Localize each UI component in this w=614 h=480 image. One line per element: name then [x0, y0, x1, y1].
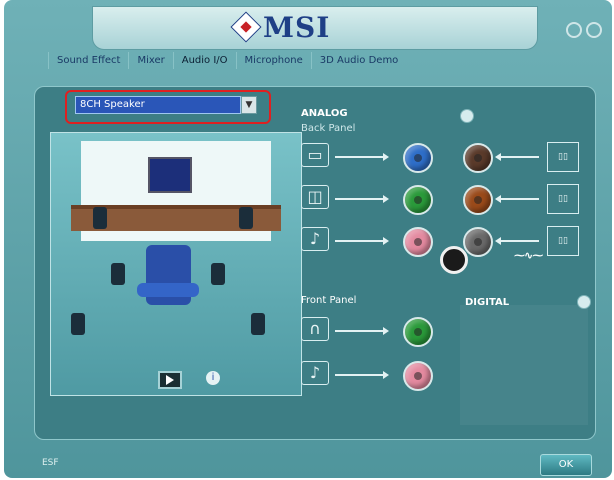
jack-gray[interactable]	[463, 227, 493, 257]
front-panel-label: Front Panel	[301, 295, 357, 306]
close-icon[interactable]	[586, 22, 602, 38]
speaker-icon	[93, 207, 107, 229]
tab-3d-audio-demo[interactable]: 3D Audio Demo	[310, 52, 407, 69]
tab-sound-effect[interactable]: Sound Effect	[48, 52, 128, 69]
front-jack-pink[interactable]	[403, 361, 433, 391]
channel-icon: ▯▯	[547, 142, 579, 172]
line-in-icon: ▭	[301, 143, 329, 167]
gear-icon[interactable]	[577, 295, 591, 309]
jack-pink[interactable]	[403, 227, 433, 257]
arrow-right	[335, 153, 389, 161]
ok-button[interactable]: OK	[540, 454, 592, 476]
window-controls	[566, 22, 602, 38]
jack-orange[interactable]	[463, 185, 493, 215]
speaker-icon	[111, 263, 125, 285]
arrow-right	[335, 195, 389, 203]
arrow-right	[335, 371, 389, 379]
speaker-icon	[71, 313, 85, 335]
speaker-icon	[239, 207, 253, 229]
footer-label: ESF	[42, 458, 59, 468]
audio-io-panel: 8CH Speaker ▼ i ANALOG Back Panel ▭ ◫ ♪	[34, 86, 596, 440]
speaker-icon	[251, 313, 265, 335]
logo-text: MSI	[263, 11, 331, 44]
jack-brown[interactable]	[463, 143, 493, 173]
arrow-left	[495, 237, 539, 245]
minimize-icon[interactable]	[566, 22, 582, 38]
msi-emblem-icon	[230, 11, 262, 43]
tab-audio-io[interactable]: Audio I/O	[172, 52, 236, 69]
selection-highlight	[65, 90, 271, 124]
back-panel-label: Back Panel	[301, 123, 356, 134]
spdif-jack[interactable]	[440, 246, 468, 274]
digital-title: DIGITAL	[465, 297, 510, 308]
gear-icon[interactable]	[460, 109, 474, 123]
headphones-icon: ∩	[301, 317, 329, 341]
speaker-config-icon: ◫	[301, 185, 329, 209]
arrow-right	[335, 237, 389, 245]
monitor-icon	[148, 157, 192, 193]
digital-section	[460, 305, 588, 425]
jack-blue[interactable]	[403, 143, 433, 173]
jack-green[interactable]	[403, 185, 433, 215]
audio-manager-window: MSI Sound Effect Mixer Audio I/O Microph…	[4, 0, 612, 478]
room-preview: i	[50, 132, 302, 396]
front-jack-green[interactable]	[403, 317, 433, 347]
arrow-right	[335, 327, 389, 335]
info-icon[interactable]: i	[206, 371, 220, 385]
channel-icon: ▯▯	[547, 184, 579, 214]
arrow-left	[495, 195, 539, 203]
play-icon[interactable]	[158, 371, 182, 389]
tab-microphone[interactable]: Microphone	[235, 52, 311, 69]
channel-icon: ▯▯	[547, 226, 579, 256]
microphone-icon: ♪	[301, 361, 329, 385]
microphone-icon: ♪	[301, 227, 329, 251]
tab-bar: Sound Effect Mixer Audio I/O Microphone …	[48, 52, 406, 69]
chair-seat	[137, 283, 199, 297]
arrow-left	[495, 153, 539, 161]
spdif-signal-icon: ⁓∿⁓	[514, 249, 543, 262]
msi-logo: MSI	[230, 11, 331, 44]
header-bar: MSI	[92, 6, 538, 50]
tab-mixer[interactable]: Mixer	[128, 52, 172, 69]
analog-title: ANALOG	[301, 108, 348, 119]
speaker-icon	[211, 263, 225, 285]
